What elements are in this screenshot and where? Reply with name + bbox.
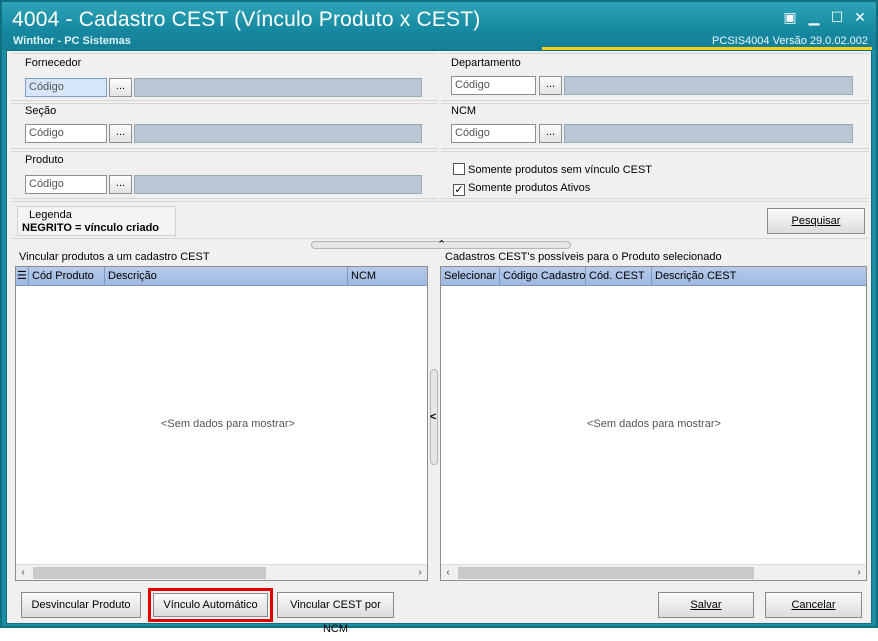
left-col-cod-produto[interactable]: Cód Produto xyxy=(29,267,105,286)
checkbox-sem-vinculo-label: Somente produtos sem vínculo CEST xyxy=(468,164,653,176)
departamento-group: Departamento Código ... xyxy=(441,53,869,101)
cancelar-button[interactable]: Cancelar xyxy=(765,592,862,618)
right-scroll-thumb[interactable] xyxy=(458,567,754,579)
checkbox-ativos[interactable]: ✓ Somente produtos Ativos xyxy=(453,182,590,196)
ncm-code-input[interactable]: Código xyxy=(451,124,536,143)
version-label: PCSIS4004 Versão 29.0.02.002 xyxy=(712,35,868,47)
window-subtitle: Winthor - PC Sistemas xyxy=(13,35,131,47)
secao-description-field xyxy=(134,124,422,143)
legend-text: NEGRITO = vínculo criado xyxy=(22,222,160,234)
legend-title: Legenda xyxy=(29,209,72,221)
options-group: Somente produtos sem vínculo CEST ✓ Somen… xyxy=(441,151,869,199)
produto-description-field xyxy=(134,175,422,194)
fornecedor-search-button[interactable]: ... xyxy=(109,78,132,97)
produto-label: Produto xyxy=(25,154,64,166)
app-window: 4004 - Cadastro CEST (Vínculo Produto x … xyxy=(0,0,878,635)
scroll-right-icon[interactable]: › xyxy=(852,565,866,581)
ncm-description-field xyxy=(564,124,853,143)
right-col-selecionar[interactable]: Selecionar xyxy=(441,267,500,286)
departamento-code-input[interactable]: Código xyxy=(451,76,536,95)
right-grid-empty-text: <Sem dados para mostrar> xyxy=(587,418,721,430)
salvar-button[interactable]: Salvar xyxy=(658,592,754,618)
checkbox-sem-vinculo-box[interactable] xyxy=(453,163,465,175)
vinculo-automatico-button[interactable]: Vínculo Automático xyxy=(153,593,268,617)
grid-menu-icon[interactable]: ☰ xyxy=(16,267,29,286)
close-icon[interactable]: ✕ xyxy=(850,8,870,26)
scroll-right-icon[interactable]: › xyxy=(413,565,427,581)
check-icon[interactable]: ✓ xyxy=(453,184,465,196)
right-col-descricao-cest[interactable]: Descrição CEST xyxy=(652,267,866,286)
pesquisar-button[interactable]: Pesquisar xyxy=(767,208,865,234)
departamento-description-field xyxy=(564,76,853,95)
right-grid-hscroll[interactable]: ‹ › xyxy=(441,564,866,580)
departamento-search-button[interactable]: ... xyxy=(539,76,562,95)
title-bar: 4004 - Cadastro CEST (Vínculo Produto x … xyxy=(2,2,876,50)
fornecedor-group: Fornecedor Código ... xyxy=(11,53,438,101)
maximize-icon[interactable]: ☐ xyxy=(827,8,847,26)
vincular-cest-ncm-button[interactable]: Vincular CEST por NCM xyxy=(277,592,394,635)
checkbox-sem-vinculo[interactable]: Somente produtos sem vínculo CEST xyxy=(453,163,652,176)
scroll-left-icon[interactable]: ‹ xyxy=(441,565,455,581)
left-col-ncm[interactable]: NCM xyxy=(348,267,427,286)
ncm-search-button[interactable]: ... xyxy=(539,124,562,143)
client-area: Fornecedor Código ... Departamento Códig… xyxy=(6,50,872,635)
produto-group: Produto Código ... xyxy=(11,151,438,199)
fornecedor-description-field xyxy=(134,78,422,97)
left-grid-title: Vincular produtos a um cadastro CEST xyxy=(19,251,210,263)
fornecedor-label: Fornecedor xyxy=(25,57,82,69)
desvincular-produto-button[interactable]: Desvincular Produto xyxy=(21,592,141,618)
window-title: 4004 - Cadastro CEST (Vínculo Produto x … xyxy=(12,8,481,31)
collapse-left-icon[interactable]: < xyxy=(430,411,436,423)
produto-search-button[interactable]: ... xyxy=(109,175,132,194)
produto-code-input[interactable]: Código xyxy=(25,175,107,194)
scroll-left-icon[interactable]: ‹ xyxy=(16,565,30,581)
left-grid[interactable]: ☰ Cód Produto Descrição NCM <Sem dados p… xyxy=(15,266,428,581)
checkbox-ativos-label: Somente produtos Ativos xyxy=(468,182,591,194)
ncm-label: NCM xyxy=(451,105,477,117)
left-grid-empty-text: <Sem dados para mostrar> xyxy=(161,418,295,430)
right-grid[interactable]: Selecionar Código Cadastro Cód. CEST Des… xyxy=(440,266,867,581)
left-scroll-thumb[interactable] xyxy=(33,567,266,579)
restore-icon[interactable]: ▣ xyxy=(780,8,800,26)
ncm-group: NCM Código ... xyxy=(441,103,869,149)
secao-group: Seção Código ... xyxy=(11,103,438,149)
secao-search-button[interactable]: ... xyxy=(109,124,132,143)
right-col-codigo-cadastro[interactable]: Código Cadastro xyxy=(500,267,586,286)
legend-box: Legenda NEGRITO = vínculo criado xyxy=(17,206,176,236)
collapse-up-icon[interactable]: ⌃ xyxy=(437,238,446,251)
right-grid-header: Selecionar Código Cadastro Cód. CEST Des… xyxy=(441,267,866,286)
left-grid-header: ☰ Cód Produto Descrição NCM xyxy=(16,267,427,286)
departamento-label: Departamento xyxy=(451,57,521,69)
right-col-cod-cest[interactable]: Cód. CEST xyxy=(586,267,652,286)
secao-label: Seção xyxy=(25,105,57,117)
minimize-icon[interactable]: ▁ xyxy=(804,8,824,26)
secao-code-input[interactable]: Código xyxy=(25,124,107,143)
left-grid-hscroll[interactable]: ‹ › xyxy=(16,564,427,580)
left-col-descricao[interactable]: Descrição xyxy=(105,267,348,286)
legend-bar: Legenda NEGRITO = vínculo criado Pesquis… xyxy=(11,201,869,239)
right-grid-title: Cadastros CEST's possíveis para o Produt… xyxy=(445,251,722,263)
fornecedor-code-input[interactable]: Código xyxy=(25,78,107,97)
